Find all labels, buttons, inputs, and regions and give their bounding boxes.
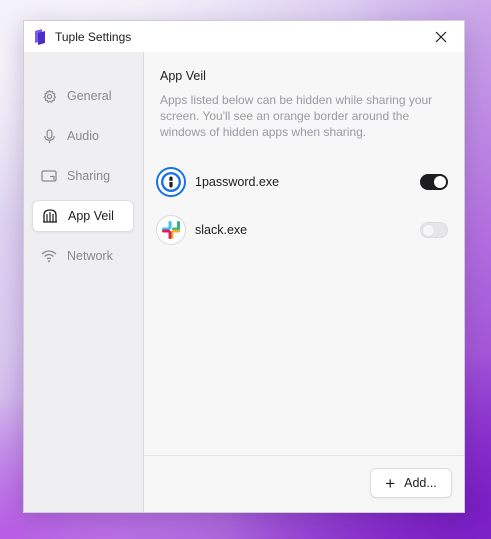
window-title: Tuple Settings (55, 29, 132, 44)
app-name: 1password.exe (195, 175, 280, 189)
sidebar: General Audio Sharing App Veil Network (24, 52, 144, 512)
sidebar-item-label: Sharing (67, 169, 111, 183)
sidebar-item-audio[interactable]: Audio (32, 120, 134, 152)
app-name: slack.exe (195, 223, 248, 237)
plus-icon: + (385, 473, 396, 493)
close-button[interactable] (418, 21, 464, 52)
wifi-icon (41, 248, 57, 264)
settings-window: Tuple Settings General Audio Sharing App… (23, 20, 465, 513)
title-bar[interactable]: Tuple Settings (24, 21, 464, 52)
main-panel: App Veil Apps listed below can be hidden… (144, 52, 464, 512)
screen-share-icon (41, 168, 57, 184)
sidebar-item-label: General (67, 89, 112, 103)
slack-icon (156, 215, 186, 245)
footer-bar: + Add... (144, 455, 464, 512)
page-title: App Veil (160, 69, 206, 83)
add-button-label: Add... (404, 476, 437, 490)
sidebar-item-label: Audio (67, 129, 99, 143)
sidebar-item-sharing[interactable]: Sharing (32, 160, 134, 192)
sidebar-item-general[interactable]: General (32, 80, 134, 112)
sidebar-item-network[interactable]: Network (32, 240, 134, 272)
toggle-slack[interactable] (420, 222, 448, 238)
sidebar-item-label: Network (67, 249, 113, 263)
sidebar-item-app-veil[interactable]: App Veil (32, 200, 134, 232)
microphone-icon (41, 128, 57, 144)
sidebar-item-label: App Veil (68, 209, 114, 223)
toggle-1password[interactable] (420, 174, 448, 190)
1password-icon (156, 167, 186, 197)
toggle-knob (434, 176, 446, 188)
list-item-1password: 1password.exe (156, 165, 448, 199)
close-icon (435, 31, 447, 42)
add-app-button[interactable]: + Add... (370, 468, 452, 498)
toggle-knob (422, 224, 435, 237)
veil-icon (42, 208, 58, 224)
tuple-logo-icon (35, 28, 45, 45)
gear-icon (41, 88, 57, 104)
page-description: Apps listed below can be hidden while sh… (160, 93, 433, 139)
list-item-slack: slack.exe (156, 213, 448, 247)
